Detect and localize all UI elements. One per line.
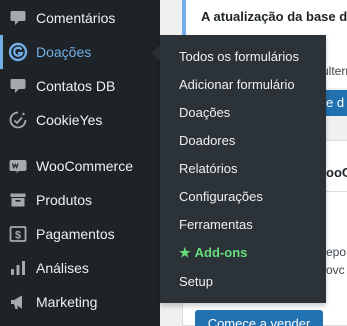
sidebar-item-comments[interactable]: Comentários: [0, 1, 160, 35]
dollar-icon: $: [0, 224, 36, 244]
cookieyes-icon: [0, 110, 36, 130]
sidebar-item-label: Produtos: [36, 192, 93, 208]
sidebar-item-cookieyes[interactable]: CookieYes: [0, 103, 160, 137]
archive-icon: [0, 190, 36, 210]
submenu-setup[interactable]: Setup: [179, 272, 213, 292]
sidebar-item-payments[interactable]: $ Pagamentos: [0, 217, 160, 251]
sidebar-item-label: Doações: [36, 44, 92, 60]
submenu-addons-label: Add-ons: [194, 245, 248, 260]
sidebar-item-products[interactable]: Produtos: [0, 183, 160, 217]
submenu-reports[interactable]: Relatórios: [179, 159, 238, 179]
woocommerce-icon: [0, 156, 36, 176]
sidebar-item-contact-db[interactable]: Contatos DB: [0, 69, 160, 103]
sidebar-item-label: Análises: [36, 260, 89, 276]
submenu-all-forms[interactable]: Todos os formulários: [179, 47, 299, 67]
sidebar-item-donations[interactable]: Doações: [0, 35, 160, 69]
notice-title: A atualização da base d: [201, 9, 347, 24]
start-selling-button[interactable]: Comece a vender: [195, 310, 323, 326]
flyout-pointer: [152, 45, 160, 61]
sidebar-item-label: Marketing: [36, 294, 98, 310]
sidebar-item-label: Pagamentos: [36, 226, 115, 242]
card-text-fragment-b: ovc: [326, 263, 345, 277]
bar-chart-icon: [0, 258, 36, 278]
card-title-fragment: ooC: [326, 165, 347, 180]
sidebar-item-woocommerce[interactable]: WooCommerce: [0, 149, 160, 183]
submenu-donations[interactable]: Doações: [179, 103, 230, 123]
submenu-tools[interactable]: Ferramentas: [179, 215, 253, 235]
submenu-addons[interactable]: ★ Add-ons: [179, 243, 247, 263]
donations-submenu: Todos os formulários Adicionar formulári…: [160, 35, 326, 303]
star-icon: ★: [179, 245, 191, 260]
submenu-donors[interactable]: Doadores: [179, 131, 235, 151]
sidebar-item-label: WooCommerce: [36, 158, 133, 174]
submenu-add-form[interactable]: Adicionar formulário: [179, 75, 295, 95]
contact-db-icon: [0, 76, 36, 96]
submenu-settings[interactable]: Configurações: [179, 187, 263, 207]
sidebar-item-marketing[interactable]: Marketing: [0, 285, 160, 319]
svg-text:$: $: [15, 229, 21, 241]
notice-action-button[interactable]: e d: [323, 90, 347, 116]
sidebar-item-label: Contatos DB: [36, 78, 116, 94]
megaphone-icon: [0, 292, 36, 312]
sidebar-item-label: CookieYes: [36, 112, 103, 128]
comment-icon: [0, 8, 36, 28]
wp-admin-screen: A atualização da base d ulterna e d ooC …: [0, 0, 347, 326]
givewp-icon: [0, 42, 36, 62]
admin-sidebar: Comentários Doações Contatos DB CookieYe…: [0, 0, 160, 326]
card-text-fragment-a: epo: [326, 245, 347, 259]
sidebar-item-label: Comentários: [36, 10, 116, 26]
sidebar-item-analytics[interactable]: Análises: [0, 251, 160, 285]
